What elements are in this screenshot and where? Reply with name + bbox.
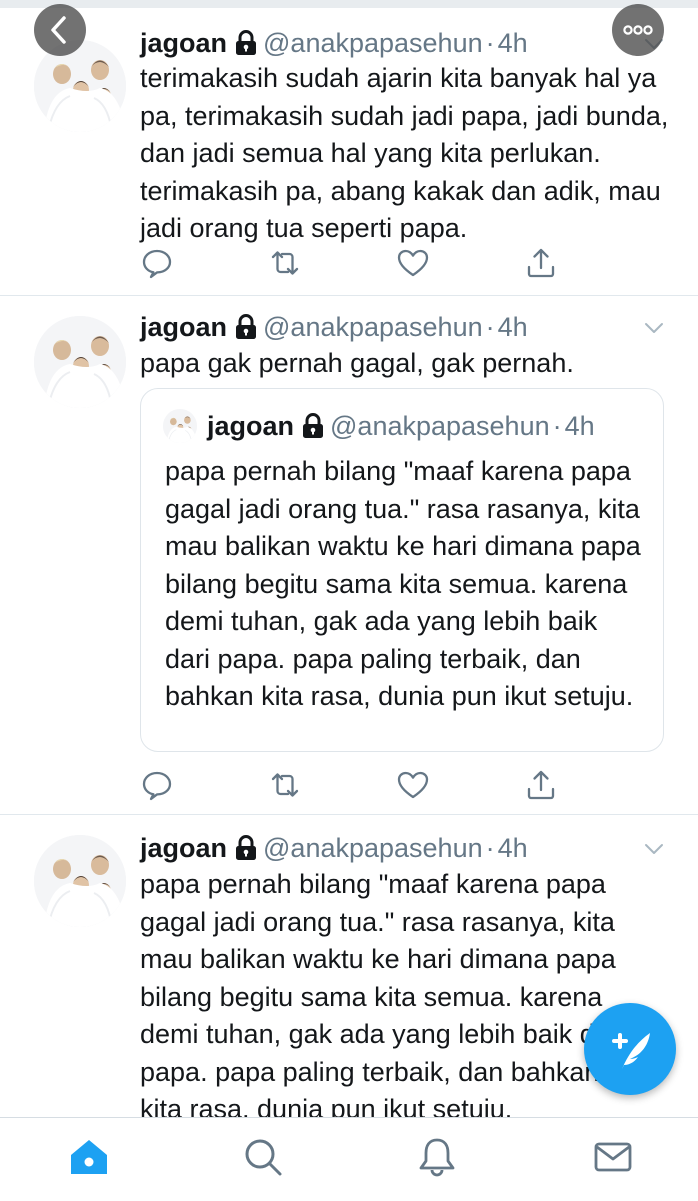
reply-icon[interactable] bbox=[140, 768, 174, 802]
timestamp: 4h bbox=[497, 27, 528, 58]
display-name[interactable]: jagoan bbox=[140, 833, 227, 864]
avatar[interactable] bbox=[34, 835, 126, 927]
separator-dot: · bbox=[485, 27, 495, 58]
chevron-left-icon bbox=[51, 16, 66, 44]
quoted-tweet-header: jagoan @anakpapasehun · 4h bbox=[207, 409, 595, 443]
tweet[interactable]: jagoan @anakpapasehun · 4h papa gak pern… bbox=[0, 296, 698, 815]
status-strip bbox=[0, 0, 698, 8]
lock-icon bbox=[235, 835, 257, 861]
tweet-actions bbox=[140, 246, 580, 280]
display-name[interactable]: jagoan bbox=[140, 28, 227, 59]
compose-feather-icon bbox=[612, 1033, 650, 1069]
share-icon[interactable] bbox=[524, 246, 558, 280]
search-icon bbox=[245, 1139, 282, 1176]
back-button[interactable] bbox=[34, 4, 86, 56]
user-handle[interactable]: @anakpapasehun bbox=[263, 28, 483, 59]
tweet-header: jagoan @anakpapasehun · 4h bbox=[140, 26, 528, 60]
separator-dot: · bbox=[552, 410, 562, 441]
lock-icon bbox=[302, 413, 324, 439]
retweet-icon[interactable] bbox=[268, 246, 302, 280]
bottom-tab-bar bbox=[0, 1117, 698, 1201]
quoted-tweet[interactable]: jagoan @anakpapasehun · 4h papa pernah b… bbox=[140, 388, 664, 752]
more-horizontal-icon bbox=[623, 25, 653, 35]
chevron-down-icon[interactable] bbox=[642, 316, 666, 340]
separator-dot: · bbox=[485, 311, 495, 342]
display-name[interactable]: jagoan bbox=[140, 312, 227, 343]
avatar[interactable] bbox=[34, 316, 126, 408]
quoted-user-handle: @anakpapasehun bbox=[330, 410, 550, 441]
tweet[interactable]: jagoan @anakpapasehun · 4h terimakasih s… bbox=[0, 8, 698, 296]
heart-icon[interactable] bbox=[396, 768, 430, 802]
home-icon bbox=[71, 1140, 107, 1174]
timestamp: 4h bbox=[497, 311, 528, 342]
quoted-timestamp: 4h bbox=[564, 410, 595, 441]
tab-search[interactable] bbox=[242, 1136, 284, 1178]
tab-notifications[interactable] bbox=[416, 1136, 458, 1178]
tab-messages[interactable] bbox=[592, 1136, 634, 1178]
tweet-header: jagoan @anakpapasehun · 4h bbox=[140, 831, 528, 865]
lock-icon bbox=[235, 314, 257, 340]
heart-icon[interactable] bbox=[396, 246, 430, 280]
retweet-icon[interactable] bbox=[268, 768, 302, 802]
user-handle[interactable]: @anakpapasehun bbox=[263, 312, 483, 343]
quoted-tweet-text: papa pernah bilang "maaf karena papa gag… bbox=[165, 456, 641, 711]
user-handle[interactable]: @anakpapasehun bbox=[263, 833, 483, 864]
timestamp: 4h bbox=[497, 832, 528, 863]
tweet-text: papa pernah bilang "maaf karena papa gag… bbox=[140, 869, 625, 1124]
quoted-display-name: jagoan bbox=[207, 410, 295, 441]
notifications-icon bbox=[419, 1138, 455, 1177]
messages-icon bbox=[594, 1142, 632, 1172]
tweet-text: terimakasih sudah ajarin kita banyak hal… bbox=[140, 63, 669, 243]
more-options-button[interactable] bbox=[612, 4, 664, 56]
separator-dot: · bbox=[485, 832, 495, 863]
tweet-header: jagoan @anakpapasehun · 4h bbox=[140, 310, 528, 344]
reply-icon[interactable] bbox=[140, 246, 174, 280]
quoted-avatar bbox=[163, 409, 197, 443]
tweet-text: papa gak pernah gagal, gak pernah. bbox=[140, 348, 574, 378]
share-icon[interactable] bbox=[524, 768, 558, 802]
tweet-actions bbox=[140, 768, 580, 802]
compose-button[interactable] bbox=[584, 1003, 676, 1095]
lock-icon bbox=[235, 30, 257, 56]
tab-home[interactable] bbox=[68, 1136, 110, 1178]
chevron-down-icon[interactable] bbox=[642, 837, 666, 861]
